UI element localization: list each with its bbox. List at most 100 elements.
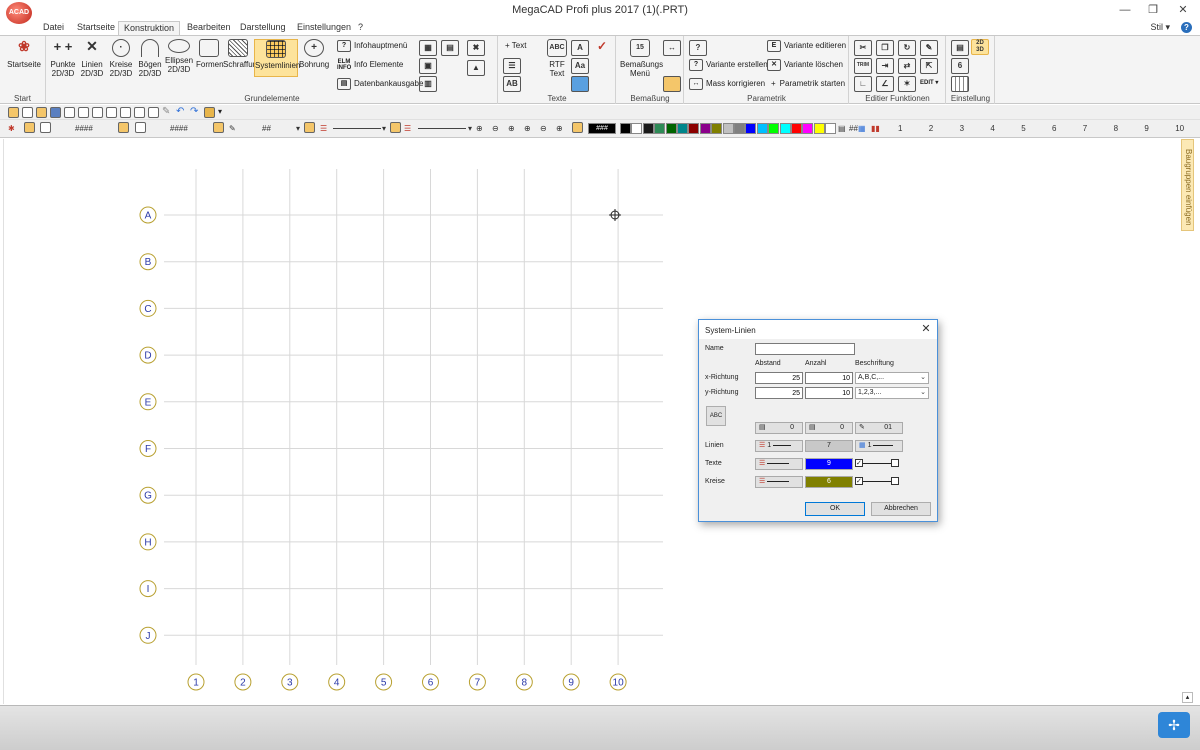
tab-bearbeiten[interactable]: Bearbeiten	[182, 21, 236, 35]
abc-text-icon[interactable]: AB	[503, 76, 521, 92]
zoom-real-icon[interactable]: ⊕	[556, 124, 563, 133]
startseite-button[interactable]: ❀ Startseite	[6, 39, 42, 70]
chevron-down-icon[interactable]: ▾	[382, 124, 386, 133]
close-icon[interactable]: ✕	[919, 322, 933, 336]
point-size-value[interactable]: ####	[75, 124, 93, 133]
tab-datei[interactable]: Datei	[38, 21, 69, 35]
variante-editieren-button[interactable]: E Variante editieren	[767, 38, 846, 54]
six-icon[interactable]: 6	[951, 58, 969, 74]
close-icon[interactable]: ✕	[1168, 2, 1198, 18]
x-anzahl-input[interactable]	[805, 372, 853, 384]
palette-color-5[interactable]	[665, 123, 677, 134]
point-type-icon[interactable]	[40, 122, 51, 133]
scroll-up-button[interactable]: ▴	[1182, 692, 1193, 703]
line-type-icon[interactable]	[135, 122, 146, 133]
chamfer-icon[interactable]: ∠	[876, 76, 894, 92]
text-size-value[interactable]: ##	[262, 124, 271, 133]
tab-konstruktion[interactable]: Konstruktion	[118, 21, 181, 35]
block-icon[interactable]: ▣	[419, 58, 437, 74]
tab-help[interactable]: ?	[353, 21, 368, 35]
raster-icon[interactable]	[951, 76, 969, 92]
line-width-icon[interactable]: ☰	[320, 124, 327, 133]
mass-korrigieren-button[interactable]: ↔ Mass korrigieren	[689, 76, 765, 92]
pen-setting-cell[interactable]: ✎ 01	[855, 422, 903, 434]
layer-icon[interactable]	[148, 107, 159, 118]
color-lock-icon[interactable]	[572, 122, 583, 133]
palette-color-15[interactable]	[779, 123, 791, 134]
layer-1[interactable]: 1	[898, 124, 902, 133]
minimize-icon[interactable]: —	[1110, 2, 1140, 18]
layer-5[interactable]: 5	[1021, 124, 1025, 133]
param-help-icon[interactable]: ?	[689, 40, 707, 56]
variante-erstellen-button[interactable]: ? Variante erstellen	[689, 57, 768, 73]
save-as-icon[interactable]	[64, 107, 75, 118]
edit-dropdown[interactable]: EDIT ▾	[920, 75, 938, 91]
punkte-button[interactable]: + + Punkte 2D/3D	[49, 39, 77, 78]
name-input[interactable]	[755, 343, 855, 355]
layer-9[interactable]: 9	[1144, 124, 1148, 133]
new-icon[interactable]	[8, 107, 19, 118]
undo-icon[interactable]: ↶	[176, 107, 187, 118]
panel-icon[interactable]: ▤	[441, 40, 459, 56]
export-icon[interactable]	[106, 107, 117, 118]
palette-color-11[interactable]	[734, 123, 745, 134]
palette-color-17[interactable]	[802, 123, 814, 134]
text-button[interactable]: + Text	[505, 38, 526, 54]
kreise-color-cell[interactable]: 6	[805, 476, 853, 488]
zoom-prev-icon[interactable]: ⊖	[540, 124, 547, 133]
layer-6[interactable]: 6	[1052, 124, 1056, 133]
layer-grid-icon[interactable]: ▦	[858, 124, 866, 133]
kreise-button[interactable]: · Kreise 2D/3D	[107, 39, 135, 78]
dimension-edit-icon[interactable]: ↔	[663, 40, 681, 56]
infohauptmenu-button[interactable]: ? Infohauptmenü	[337, 38, 407, 54]
kreise-checkbox[interactable]: ✓	[855, 477, 863, 485]
import-icon[interactable]	[120, 107, 131, 118]
side-panel-tab[interactable]: Baugruppen einfügen	[1181, 139, 1194, 231]
scissors-icon[interactable]: ✂	[854, 40, 872, 56]
parametrik-starten-button[interactable]: + Parametrik starten	[767, 76, 845, 92]
explode-icon[interactable]: ✶	[898, 76, 916, 92]
line-pattern-icon[interactable]: ☰	[404, 124, 411, 133]
settings-doc-icon[interactable]: ▤	[951, 40, 969, 56]
palette-color-12[interactable]	[745, 123, 757, 134]
navigation-compass-icon[interactable]: ✢	[1158, 712, 1190, 738]
layer-4[interactable]: 4	[990, 124, 994, 133]
line-style-icon[interactable]	[118, 122, 129, 133]
layer-setting-cell[interactable]: ▤ 0	[805, 422, 853, 434]
megacad-logo[interactable]: ACAD	[6, 2, 32, 24]
palette-color-18[interactable]	[813, 123, 825, 134]
linien-color-cell[interactable]: 7	[805, 440, 853, 452]
text-pin-icon[interactable]: ✓	[593, 40, 611, 56]
point-setting-cell[interactable]: ▤ 0	[755, 422, 803, 434]
y-beschriftung-select[interactable]: 1,2,3,... ⌄	[855, 387, 929, 399]
layer-3[interactable]: 3	[960, 124, 964, 133]
color-style-icon[interactable]	[304, 122, 315, 133]
bohrung-button[interactable]: + Bohrung	[299, 39, 329, 69]
bemassungs-menu-button[interactable]: 15 Bemaßungs Menü	[620, 39, 663, 78]
chevron-down-icon[interactable]: ▾	[468, 124, 472, 133]
palette-color-6[interactable]	[677, 123, 688, 134]
star-icon[interactable]: ✱	[8, 124, 15, 133]
line-width-slider[interactable]	[333, 128, 381, 129]
palette-color-19[interactable]	[825, 123, 837, 134]
palette-color-9[interactable]	[711, 123, 723, 134]
hatch-pattern-icon[interactable]: ▤	[838, 124, 846, 133]
zoom-in-icon[interactable]: ⊕	[476, 124, 483, 133]
palette-color-14[interactable]	[768, 123, 780, 134]
layer-10[interactable]: 10	[1175, 124, 1184, 133]
boegen-button[interactable]: Bögen 2D/3D	[136, 39, 164, 78]
table-icon[interactable]: ▦	[419, 40, 437, 56]
x-abstand-input[interactable]	[755, 372, 803, 384]
transform-icon[interactable]: ✖	[467, 40, 485, 56]
line-size-value[interactable]: ####	[170, 124, 188, 133]
chevron-down-icon[interactable]: ▾	[296, 124, 300, 133]
label-settings-button[interactable]: ABC	[706, 406, 726, 426]
zoom-window-icon[interactable]: ⊕	[508, 124, 515, 133]
texte-style-cell[interactable]: ☰	[755, 458, 803, 470]
line-pattern-style-icon[interactable]	[390, 122, 401, 133]
palette-color-7[interactable]	[688, 123, 700, 134]
systemlinien-button[interactable]: Systemlinien	[254, 39, 300, 77]
zoom-all-icon[interactable]: ⊕	[524, 124, 531, 133]
brush-icon[interactable]: ✎	[162, 107, 173, 118]
text-style-icon[interactable]: Aa	[571, 58, 589, 74]
